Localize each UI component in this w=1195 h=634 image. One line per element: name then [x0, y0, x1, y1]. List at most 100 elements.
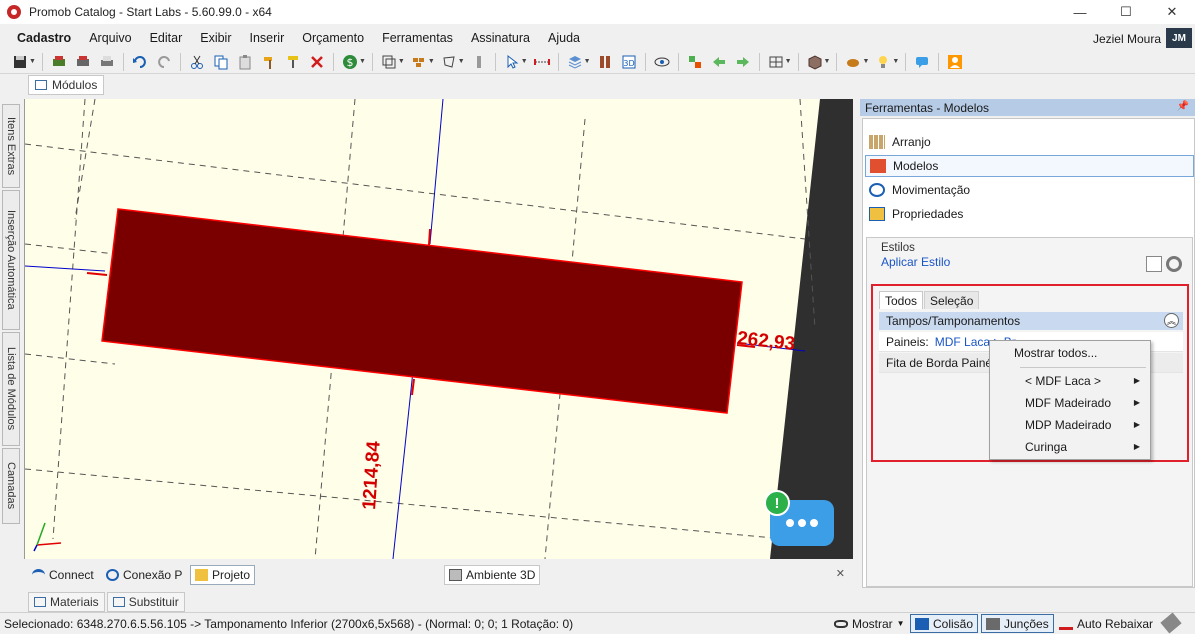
junction-icon: [986, 617, 1000, 630]
menu-editar[interactable]: Editar: [141, 31, 192, 45]
tab-materiais[interactable]: Materiais: [28, 592, 105, 612]
budget-icon[interactable]: $: [341, 53, 359, 71]
tab-ambiente-3d[interactable]: Ambiente 3D: [444, 565, 541, 585]
cut-icon[interactable]: [188, 53, 206, 71]
puzzle-icon[interactable]: [686, 53, 704, 71]
pin-icon[interactable]: 📌: [1177, 101, 1189, 112]
modules-icon[interactable]: [410, 53, 428, 71]
box-icon[interactable]: [806, 53, 824, 71]
view-3d-icon[interactable]: 3D: [620, 53, 638, 71]
undo-icon[interactable]: [131, 53, 149, 71]
tools-icon[interactable]: [1160, 612, 1182, 634]
measure-icon[interactable]: [533, 53, 551, 71]
menu-arquivo[interactable]: Arquivo: [80, 31, 140, 45]
arrow-left-icon[interactable]: [710, 53, 728, 71]
tab-todos[interactable]: Todos: [879, 291, 924, 309]
tab-conexao[interactable]: Conexão P: [102, 565, 186, 585]
arrow-right-icon[interactable]: [734, 53, 752, 71]
paint-icon[interactable]: [284, 53, 302, 71]
tab-substituir[interactable]: Substituir: [106, 592, 185, 612]
redo-icon[interactable]: [155, 53, 173, 71]
menu-ajuda[interactable]: Ajuda: [539, 31, 589, 45]
door-icon[interactable]: [596, 53, 614, 71]
submenu-arrow-icon: ▶: [1133, 420, 1140, 429]
menu-cadastro[interactable]: Cadastro: [8, 31, 80, 45]
gear-icon[interactable]: [1166, 256, 1182, 272]
tab-modulos[interactable]: Módulos: [28, 75, 105, 95]
side-tab-insercao-automatica[interactable]: Inserção Automática: [2, 190, 20, 330]
juncoes-toggle[interactable]: Junções: [981, 614, 1054, 633]
save-icon[interactable]: [11, 53, 29, 71]
submenu-arrow-icon: ▶: [1133, 398, 1140, 407]
binoculars-icon: [834, 619, 848, 628]
group-tampos[interactable]: Tampos/Tamponamentos ︽: [879, 312, 1183, 330]
tab-connect[interactable]: Connect: [28, 565, 98, 585]
menu-inserir[interactable]: Inserir: [241, 31, 294, 45]
new-style-icon[interactable]: [1146, 256, 1162, 272]
side-tab-lista-de-modulos[interactable]: Lista de Módulos: [2, 332, 20, 446]
tab-modulos-label: Módulos: [52, 78, 98, 92]
collision-icon: [915, 617, 929, 630]
window-controls: — ☐ ✕: [1057, 0, 1195, 24]
properties-icon: [869, 207, 885, 221]
viewport-canvas: [25, 99, 853, 559]
tab-selecao[interactable]: Seleção: [924, 291, 980, 309]
menu-assinatura[interactable]: Assinatura: [462, 31, 539, 45]
colisao-toggle[interactable]: Colisão: [910, 614, 979, 633]
tool-modelos[interactable]: Modelos: [865, 155, 1194, 177]
collapse-icon[interactable]: ︽: [1164, 313, 1179, 328]
tool-movimentacao[interactable]: Movimentação: [865, 179, 1194, 201]
print-setup-icon[interactable]: [74, 53, 92, 71]
tab-projeto[interactable]: Projeto: [190, 565, 256, 585]
layers-icon[interactable]: [566, 53, 584, 71]
menu-mdf-laca[interactable]: < MDF Laca > ▶: [990, 370, 1150, 392]
globe-icon: [106, 569, 119, 581]
user-name[interactable]: Jeziel Moura: [1093, 32, 1161, 46]
column-icon[interactable]: [470, 53, 488, 71]
frame-icon[interactable]: [767, 53, 785, 71]
delete-icon[interactable]: [308, 53, 326, 71]
side-tab-itens-extras[interactable]: Itens Extras: [2, 104, 20, 188]
side-tab-camadas[interactable]: Camadas: [2, 448, 20, 524]
avatar[interactable]: JM: [1166, 28, 1192, 48]
window-icon: [34, 597, 46, 607]
maximize-button[interactable]: ☐: [1103, 0, 1149, 24]
move-icon: [869, 183, 885, 197]
mostrar-button[interactable]: Mostrar ▼: [830, 614, 909, 633]
close-button[interactable]: ✕: [1149, 0, 1195, 24]
paste-icon[interactable]: [236, 53, 254, 71]
minimize-button[interactable]: —: [1057, 0, 1103, 24]
print-icon[interactable]: [98, 53, 116, 71]
menu-mdf-madeirado[interactable]: MDF Madeirado ▶: [990, 392, 1150, 414]
menu-mdp-madeirado[interactable]: MDP Madeirado ▶: [990, 414, 1150, 436]
render-icon[interactable]: [844, 53, 862, 71]
chat-icon[interactable]: [913, 53, 931, 71]
shape-icon[interactable]: [440, 53, 458, 71]
menu-exibir[interactable]: Exibir: [191, 31, 240, 45]
menu-curinga[interactable]: Curinga ▶: [990, 436, 1150, 458]
auto-rebaixar-toggle[interactable]: Auto Rebaixar: [1055, 614, 1157, 633]
tool-propriedades[interactable]: Propriedades: [865, 203, 1194, 225]
selected-panel[interactable]: [101, 208, 743, 414]
eye-icon[interactable]: [653, 53, 671, 71]
bottom-panel-tabs: Materiais Substituir: [28, 592, 187, 612]
tool-arranjo[interactable]: Arranjo: [865, 131, 1194, 153]
selection-status: Selecionado: 6348.270.6.5.56.105 -> Tamp…: [4, 617, 574, 631]
copy-icon[interactable]: [212, 53, 230, 71]
side-tabs: Itens Extras Inserção Automática Lista d…: [0, 100, 22, 526]
menu-ferramentas[interactable]: Ferramentas: [373, 31, 462, 45]
print-preview-icon[interactable]: [50, 53, 68, 71]
design-viewport[interactable]: 262,93 1214,84: [24, 99, 853, 559]
window-icon: [35, 80, 47, 90]
aplicar-estilo-link[interactable]: Aplicar Estilo: [881, 255, 950, 269]
close-tab-icon[interactable]: ✕: [836, 567, 845, 580]
alert-badge[interactable]: !: [764, 490, 790, 516]
svg-text:3D: 3D: [623, 59, 634, 68]
layout-icon[interactable]: [380, 53, 398, 71]
menu-mostrar-todos[interactable]: Mostrar todos...: [990, 342, 1150, 364]
cursor-icon[interactable]: [503, 53, 521, 71]
hammer-icon[interactable]: [260, 53, 278, 71]
light-icon[interactable]: [874, 53, 892, 71]
user-icon[interactable]: [946, 53, 964, 71]
menu-orcamento[interactable]: Orçamento: [293, 31, 373, 45]
